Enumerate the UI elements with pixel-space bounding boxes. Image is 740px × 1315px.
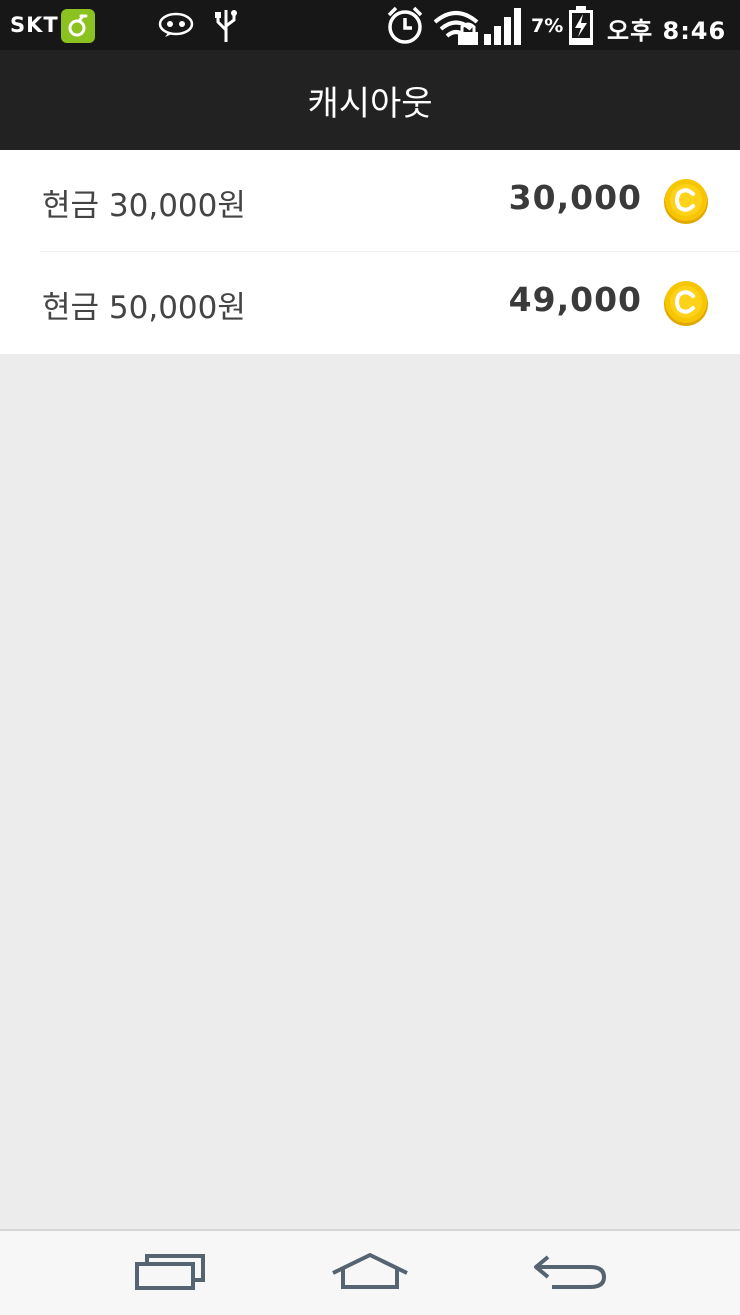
alarm-clock-icon — [384, 4, 426, 50]
battery-charging-icon — [567, 5, 595, 51]
home-icon[interactable] — [329, 1249, 411, 1297]
item-label: 현금 50,000원 — [42, 290, 246, 326]
navigation-bar — [0, 1229, 740, 1315]
coin-icon — [663, 178, 709, 224]
usb-icon — [214, 8, 238, 48]
wifi-lock-icon — [432, 8, 482, 50]
item-amount: 30,000 — [508, 178, 642, 217]
carrier-label: SKT — [10, 13, 59, 37]
battery-percent: 7% — [531, 15, 564, 37]
cashout-list: 현금 30,000원 30,000 현금 50,000원 49,000 — [0, 150, 740, 354]
page-title: 캐시아웃 — [307, 83, 433, 124]
list-item[interactable]: 현금 30,000원 30,000 — [0, 150, 740, 252]
list-item[interactable]: 현금 50,000원 49,000 — [0, 252, 740, 354]
coin-icon — [663, 280, 709, 326]
signal-icon — [483, 6, 525, 50]
item-label: 현금 30,000원 — [42, 188, 246, 224]
back-icon[interactable] — [532, 1249, 608, 1297]
chat-bubble-icon — [158, 12, 194, 42]
clock: 오후 8:46 — [607, 17, 727, 45]
app-badge-icon — [61, 9, 95, 43]
status-bar: SKT 7% 오후 8:46 — [0, 0, 740, 50]
title-bar: 캐시아웃 — [0, 50, 740, 150]
item-amount: 49,000 — [508, 280, 642, 319]
recent-apps-icon[interactable] — [133, 1253, 207, 1297]
